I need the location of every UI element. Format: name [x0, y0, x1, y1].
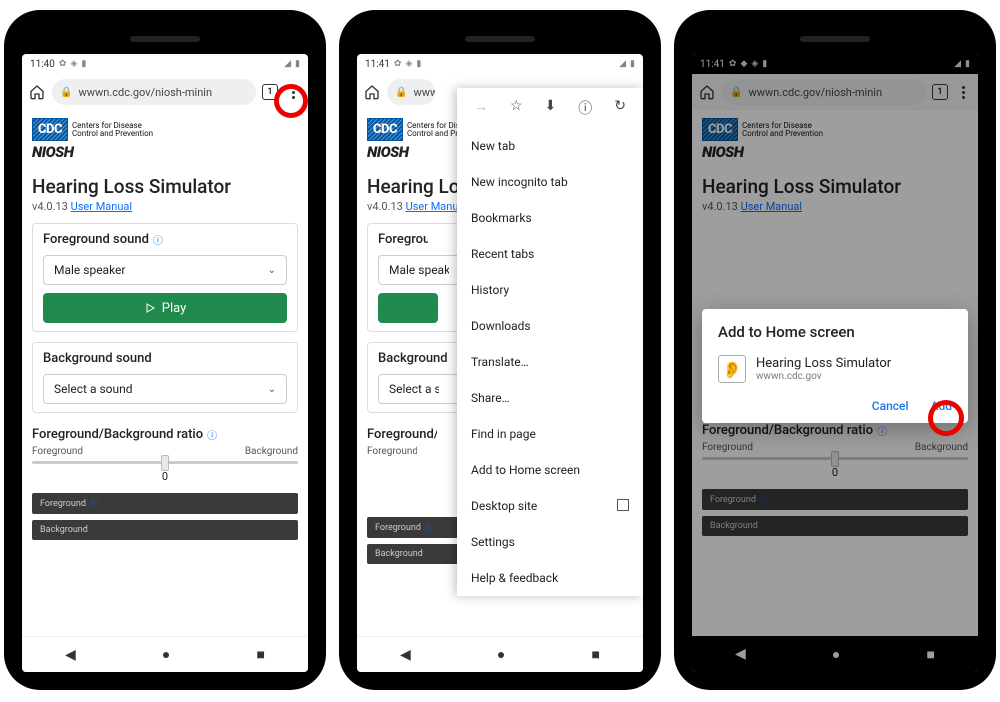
- lock-icon: 🔒: [60, 87, 72, 98]
- phone-1: 11:40 ✿ ◈ ▮ ◢ ▮ 🔒: [4, 10, 326, 690]
- info-icon[interactable]: ⓘ: [578, 98, 592, 118]
- ratio-title: Foreground/Background ratio ⓘ: [32, 427, 298, 442]
- cdc-logo: CDC: [32, 118, 68, 141]
- home-icon[interactable]: [28, 83, 46, 101]
- ratio-slider[interactable]: [32, 461, 298, 464]
- dialog-title: Add to Home screen: [718, 323, 952, 341]
- chevron-down-icon: ⌄: [268, 384, 276, 395]
- menu-help[interactable]: Help & feedback: [457, 560, 643, 596]
- ratio-value: 0: [32, 470, 298, 483]
- overflow-menu: → ☆ ⬇ ⓘ ↻ New tab New incognito tab Book…: [457, 88, 643, 596]
- add-button[interactable]: Add: [931, 399, 952, 413]
- foreground-card: Foreground sound ⓘ Male speaker ⌄ Play: [32, 223, 298, 332]
- forward-icon[interactable]: →: [474, 98, 488, 118]
- phone-3: 11:41 ✿ ◆ ◈ ▮ ◢ ▮ �: [674, 10, 996, 690]
- foreground-meter: Foregroundⓘ: [32, 493, 298, 514]
- slider-thumb[interactable]: [161, 455, 169, 471]
- menu-add-to-home[interactable]: Add to Home screen: [457, 452, 643, 488]
- overflow-menu-button[interactable]: [284, 86, 302, 99]
- play-button[interactable]: [378, 293, 438, 323]
- url-field[interactable]: 🔒 wwwn: [387, 79, 435, 105]
- browser-toolbar: 🔒 wwwn.cdc.gov/niosh-minin 1: [22, 74, 308, 110]
- menu-settings[interactable]: Settings: [457, 524, 643, 560]
- status-time: 11:41: [365, 59, 390, 70]
- android-nav: ◀ ● ■: [357, 636, 643, 672]
- wifi-icon: ◈: [405, 59, 412, 69]
- foreground-select[interactable]: Male speaker ⌄: [43, 255, 287, 285]
- phone-2: 11:41 ✿ ◈ ▮ ◢ ▮ 🔒: [339, 10, 661, 690]
- play-button[interactable]: Play: [43, 293, 287, 323]
- lock-icon: 🔒: [395, 87, 407, 98]
- url-text: wwwn.cdc.gov/niosh-minin: [78, 86, 212, 99]
- page-content: CDC Centers for DiseaseControl and Preve…: [22, 110, 308, 636]
- ratio-title: Foreground/Background ratio: [367, 427, 437, 442]
- status-bar: 11:41 ✿ ◈ ▮ ◢ ▮: [357, 54, 643, 74]
- cancel-button[interactable]: Cancel: [872, 399, 909, 413]
- cdc-logo: CDC: [367, 118, 403, 141]
- dialog-app-name: Hearing Loss Simulator: [756, 356, 891, 371]
- sd-icon: ▮: [416, 59, 421, 69]
- background-card: Background sound Select a sound ⌄: [32, 342, 298, 413]
- add-to-home-dialog: Add to Home screen 👂 Hearing Loss Simula…: [702, 309, 968, 423]
- battery-icon: ▮: [295, 59, 300, 69]
- url-text: wwwn: [413, 86, 435, 99]
- gear-icon: ✿: [394, 59, 402, 69]
- page-title: Hearing Loss Simulator: [32, 175, 298, 198]
- battery-icon: ▮: [630, 59, 635, 69]
- menu-new-tab[interactable]: New tab: [457, 128, 643, 164]
- recents-icon[interactable]: ■: [591, 646, 599, 663]
- home-icon[interactable]: [363, 83, 381, 101]
- home-nav-icon[interactable]: ●: [162, 646, 170, 663]
- download-icon[interactable]: ⬇: [545, 98, 557, 118]
- sd-icon: ▮: [81, 59, 86, 69]
- back-icon[interactable]: ◀: [65, 647, 76, 663]
- help-icon[interactable]: ⓘ: [153, 232, 163, 247]
- menu-history[interactable]: History: [457, 272, 643, 308]
- status-time: 11:40: [30, 59, 55, 70]
- star-icon[interactable]: ☆: [510, 98, 523, 118]
- chevron-down-icon: ⌄: [268, 265, 276, 276]
- background-select[interactable]: Select a sound ⌄: [43, 374, 287, 404]
- user-manual-link[interactable]: User Manual: [71, 200, 132, 213]
- cdc-text: Centers for DiseaseControl and Preventio…: [72, 122, 153, 138]
- recents-icon[interactable]: ■: [256, 646, 264, 663]
- menu-recent-tabs[interactable]: Recent tabs: [457, 236, 643, 272]
- background-meter: Background: [32, 520, 298, 540]
- menu-downloads[interactable]: Downloads: [457, 308, 643, 344]
- gear-icon: ✿: [59, 59, 67, 69]
- back-icon[interactable]: ◀: [400, 647, 411, 663]
- tabs-button[interactable]: 1: [262, 84, 278, 100]
- version-line: v4.0.13 User Manual: [32, 200, 298, 213]
- signal-icon: ◢: [284, 59, 291, 69]
- wifi-icon: ◈: [70, 59, 77, 69]
- signal-icon: ◢: [619, 59, 626, 69]
- url-field[interactable]: 🔒 wwwn.cdc.gov/niosh-minin: [52, 79, 256, 105]
- app-icon: 👂: [718, 355, 746, 383]
- checkbox-icon[interactable]: [617, 499, 629, 511]
- help-icon[interactable]: ⓘ: [207, 427, 217, 442]
- dialog-host: wwwn.cdc.gov: [756, 371, 891, 382]
- android-nav: ◀ ● ■: [22, 636, 308, 672]
- home-nav-icon[interactable]: ●: [497, 646, 505, 663]
- status-bar: 11:40 ✿ ◈ ▮ ◢ ▮: [22, 54, 308, 74]
- niosh-logo: NIOSH: [32, 143, 298, 161]
- refresh-icon[interactable]: ↻: [614, 98, 626, 118]
- menu-desktop-site[interactable]: Desktop site: [457, 488, 643, 524]
- menu-find-in-page[interactable]: Find in page: [457, 416, 643, 452]
- menu-translate[interactable]: Translate…: [457, 344, 643, 380]
- menu-incognito[interactable]: New incognito tab: [457, 164, 643, 200]
- menu-bookmarks[interactable]: Bookmarks: [457, 200, 643, 236]
- menu-share[interactable]: Share…: [457, 380, 643, 416]
